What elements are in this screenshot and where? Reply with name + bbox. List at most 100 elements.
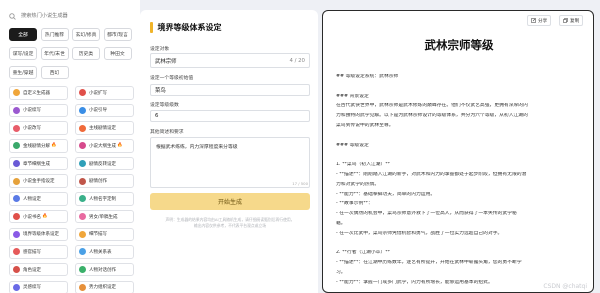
share-icon <box>531 18 536 23</box>
tool-button[interactable]: 章节细纲生成 <box>9 156 68 171</box>
tool-label: 金线剧情分解 <box>23 143 50 149</box>
tool-grid: 自定义生成器 小说扩写 小说续写 小说引导 小说改写 主线剧情设定 金线剧情分解 🔥 小说大纲生… <box>9 86 134 293</box>
settings-form: 境界等级体系设定 设定对象 武林宗师 4 / 20 设定一个等级初始值 菜鸟 设… <box>140 10 318 293</box>
result-line: 在古代武侠世界中，武林宗师是武术修炼的巅峰存在。他们不仅武艺高强，更拥有深厚的内 <box>336 103 528 109</box>
tool-icon <box>79 177 86 185</box>
count-input[interactable]: 6 <box>150 110 310 122</box>
tool-label: 人物名字定制 <box>89 196 116 202</box>
tool-icon <box>79 266 86 274</box>
tool-label: 境界等级体系设定 <box>23 232 59 238</box>
category-tab[interactable]: 全部 <box>9 28 37 41</box>
tool-label: 小说金手指设定 <box>23 179 55 185</box>
tool-icon <box>79 106 86 114</box>
tool-button[interactable]: 小说金手指设定 <box>9 174 68 188</box>
tool-label: 角色设定 <box>23 267 41 273</box>
desc-textarea[interactable]: 根据武术练练，内力深厚程度来分等级 <box>150 137 310 188</box>
tool-icon <box>13 283 20 291</box>
tool-icon <box>13 266 20 274</box>
copy-button[interactable]: 复制 <box>559 15 584 26</box>
tool-button[interactable]: 小说大纲生成 🔥 <box>75 139 134 153</box>
category-tab[interactable]: 种田文 <box>103 47 132 60</box>
tool-sidebar: 全部热门推荐玄幻/修真都市/现言谋写/设定年代/末世历史类种田文重生/穿越西幻 … <box>0 0 140 293</box>
category-tab[interactable]: 重生/穿越 <box>9 66 37 79</box>
tool-icon <box>13 89 20 97</box>
result-panel: 分享 复制 武林宗师等级 ## 等级设定系统：武林宗师 ### 背景设定 在古代武侠… <box>322 10 594 293</box>
tool-label: 小说扩写 <box>89 90 107 96</box>
tool-button[interactable]: 灵感续写 <box>9 280 68 293</box>
tool-label: 剧情创作 <box>89 179 107 185</box>
copy-label: 复制 <box>570 18 580 24</box>
tool-button[interactable]: 小说书名 🔥 <box>9 209 68 224</box>
hot-icon: 🔥 <box>42 214 48 220</box>
level-input[interactable]: 菜鸟 <box>150 84 310 96</box>
tool-button[interactable]: 小说扩写 <box>75 86 134 100</box>
object-value: 武林宗师 <box>155 58 177 65</box>
category-tab[interactable]: 热门推荐 <box>40 28 69 41</box>
desc-label: 其他简述和要求 <box>150 130 184 135</box>
category-tab[interactable]: 玄幻/修真 <box>72 28 100 41</box>
tool-icon <box>13 177 20 185</box>
tool-button[interactable]: 小说续写 <box>9 103 68 118</box>
tool-button[interactable]: 人物对话创作 <box>75 262 134 277</box>
generate-button[interactable]: 开始生成 <box>150 193 310 210</box>
result-title: 武林宗师等级 <box>424 38 494 52</box>
disclaimer: 声明：生成器的结果内容均由AI工具随机生成，请仔细阅读甄别后再行使用， 输出内容… <box>150 217 310 229</box>
tool-label: 感官描写 <box>23 249 41 255</box>
tool-button[interactable]: 剧情反转设定 <box>75 156 134 171</box>
tool-icon <box>13 195 20 203</box>
tool-button[interactable]: 小说改写 <box>9 121 68 135</box>
result-line: 习。 <box>336 270 346 275</box>
tool-button[interactable]: 感官描写 <box>9 245 68 259</box>
tool-button[interactable]: 自定义生成器 <box>9 86 68 100</box>
form-header: 境界等级体系设定 <box>150 22 222 33</box>
tool-button[interactable]: 角色设定 <box>9 262 68 277</box>
tool-label: 人物对话创作 <box>89 267 116 273</box>
tool-icon <box>13 248 20 256</box>
tool-button[interactable]: 境界等级体系设定 <box>9 227 68 241</box>
tool-button[interactable]: 人物名字定制 <box>75 192 134 206</box>
category-tab[interactable]: 历史类 <box>72 47 100 60</box>
tool-icon <box>79 213 86 221</box>
tool-label: 主线剧情设定 <box>89 126 116 132</box>
tool-label: 小说书名 <box>23 214 41 220</box>
object-input[interactable]: 武林宗师 4 / 20 <box>150 53 310 68</box>
category-tab[interactable]: 西幻 <box>40 66 69 79</box>
category-tab[interactable]: 年代/末世 <box>40 47 69 60</box>
hot-icon: 🔥 <box>51 143 57 149</box>
tool-icon <box>79 124 86 132</box>
category-tab[interactable]: 谋写/设定 <box>9 47 37 60</box>
form-title: 境界等级体系设定 <box>157 23 222 32</box>
result-line: 籍。 <box>336 221 346 226</box>
tool-icon <box>13 142 20 150</box>
tool-button[interactable]: 主线剧情设定 <box>75 121 134 135</box>
tool-button[interactable]: 男女/单稿生成 <box>75 209 134 224</box>
tool-button[interactable]: 人物设定 <box>9 192 68 206</box>
tool-button[interactable]: 金线剧情分解 🔥 <box>9 139 68 153</box>
desc-value: 根据武术练练，内力深厚程度来分等级 <box>156 145 238 150</box>
search-bar[interactable] <box>8 10 132 22</box>
search-input[interactable] <box>21 11 129 21</box>
tool-button[interactable]: 剧情创作 <box>75 174 134 188</box>
tool-button[interactable]: 细节描写 <box>75 227 134 241</box>
level-label: 设定一个等级初始值 <box>150 76 194 81</box>
result-line: 2. **行者（江湖小卒）** <box>336 250 391 256</box>
tool-label: 小说改写 <box>23 126 41 132</box>
tool-icon <box>79 283 86 291</box>
level-value: 菜鸟 <box>155 88 166 94</box>
result-line: - **能力**：基础拳脚功夫，简单的内力运用。 <box>336 191 436 197</box>
object-char-count: 4 / 20 <box>289 57 305 64</box>
tool-label: 章节细纲生成 <box>23 161 50 167</box>
tool-icon <box>79 89 86 97</box>
tool-label: 剧情反转设定 <box>89 161 116 167</box>
search-icon <box>8 12 17 21</box>
tool-icon <box>13 124 20 132</box>
copy-icon <box>563 18 568 23</box>
category-tab[interactable]: 都市/现言 <box>103 28 132 41</box>
share-button[interactable]: 分享 <box>527 15 552 26</box>
tool-label: 人物关系表 <box>89 249 112 255</box>
tool-button[interactable]: 小说引导 <box>75 103 134 118</box>
disclaimer-line-2: 输出内容仅供参考，不代表平台观点或立场 <box>193 223 267 228</box>
result-line: ### 背景设定 <box>336 93 369 99</box>
tool-button[interactable]: 势力组织设定 <box>75 280 134 293</box>
tool-button[interactable]: 人物关系表 <box>75 245 134 259</box>
